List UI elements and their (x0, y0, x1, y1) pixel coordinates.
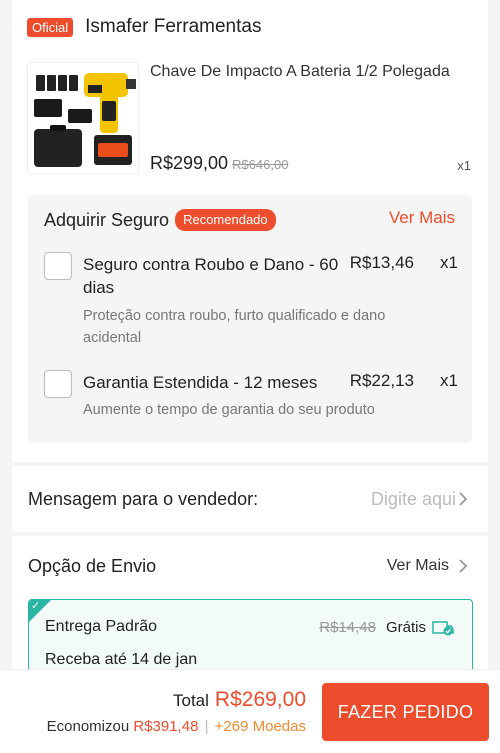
shop-header[interactable]: Oficial Ismafer Ferramentas (27, 16, 261, 38)
shipping-original-fee: R$14,48 (319, 619, 376, 636)
insurance-item-description: Aumente o tempo de garantia do seu produ… (83, 402, 375, 418)
insurance-warranty-checkbox[interactable] (44, 370, 72, 398)
product-price-row: R$299,00 R$646,00 (150, 153, 288, 174)
total-row: Total R$269,00 (173, 688, 306, 712)
message-label: Mensagem para o vendedor: (28, 489, 259, 509)
insurance-see-more-link[interactable]: Ver Mais (389, 208, 455, 228)
insurance-title-row: Adquirir Seguro Recomendado (44, 209, 276, 231)
insurance-item-name: Seguro contra Roubo e Dano - 60 dias (83, 255, 339, 297)
savings-label: Economizou (46, 718, 130, 735)
savings-row: Economizou R$391,48 | +269 Moedas (47, 718, 306, 735)
insurance-item-name: Garantia Estendida - 12 meses (83, 373, 318, 392)
insurance-item-description: Proteção contra roubo, furto qualificado… (83, 308, 386, 346)
message-input[interactable]: Digite aqui (371, 489, 456, 510)
insurance-item-price: R$13,46 (349, 253, 414, 272)
insurance-theft-checkbox[interactable] (44, 252, 72, 280)
product-image[interactable] (27, 62, 139, 174)
check-icon: ✓ (31, 600, 41, 612)
insurance-item-qty: x1 (440, 253, 458, 272)
chevron-right-icon[interactable] (456, 556, 470, 576)
free-shipping-voucher-icon (432, 621, 454, 636)
shipping-label: Opção de Envio (28, 556, 157, 576)
coins-earned: +269 Moedas (214, 718, 306, 735)
insurance-title: Adquirir Seguro (44, 209, 170, 230)
shipping-delivery-estimate: Receba até 14 de jan (45, 651, 198, 668)
shipping-option-name: Entrega Padrão (45, 618, 158, 635)
place-order-button[interactable]: FAZER PEDIDO (322, 683, 489, 741)
shipping-option-selected[interactable]: ✓ Entrega Padrão R$14,48 Grátis Receba a… (28, 599, 473, 679)
product-original-price: R$646,00 (232, 157, 289, 172)
savings-value: R$391,48 (133, 718, 199, 735)
product-price: R$299,00 (150, 153, 229, 173)
chevron-right-icon[interactable] (456, 489, 470, 509)
savings-separator: | (204, 718, 209, 735)
checkout-bottom-bar: Total R$269,00 Economizou R$391,48 | +26… (0, 669, 500, 753)
product-quantity: x1 (457, 158, 471, 173)
total-label: Total (173, 691, 209, 710)
shipping-see-more-link[interactable]: Ver Mais (387, 557, 449, 575)
insurance-item-price: R$22,13 (349, 371, 414, 390)
total-value: R$269,00 (214, 688, 306, 711)
impact-wrench-kit-image (28, 63, 138, 173)
recommended-badge: Recomendado (175, 209, 276, 231)
insurance-option-warranty[interactable]: Garantia Estendida - 12 meses R$22,13 x1… (44, 369, 458, 425)
insurance-section: Adquirir Seguro Recomendado Ver Mais Seg… (28, 195, 472, 443)
shop-name[interactable]: Ismafer Ferramentas (85, 16, 261, 38)
shipping-fee: Grátis (385, 619, 426, 636)
official-badge: Oficial (27, 17, 74, 37)
insurance-option-theft[interactable]: Seguro contra Roubo e Dano - 60 dias R$1… (44, 251, 458, 351)
product-title[interactable]: Chave De Impacto A Bateria 1/2 Polegada (150, 63, 470, 81)
insurance-item-qty: x1 (440, 371, 458, 390)
